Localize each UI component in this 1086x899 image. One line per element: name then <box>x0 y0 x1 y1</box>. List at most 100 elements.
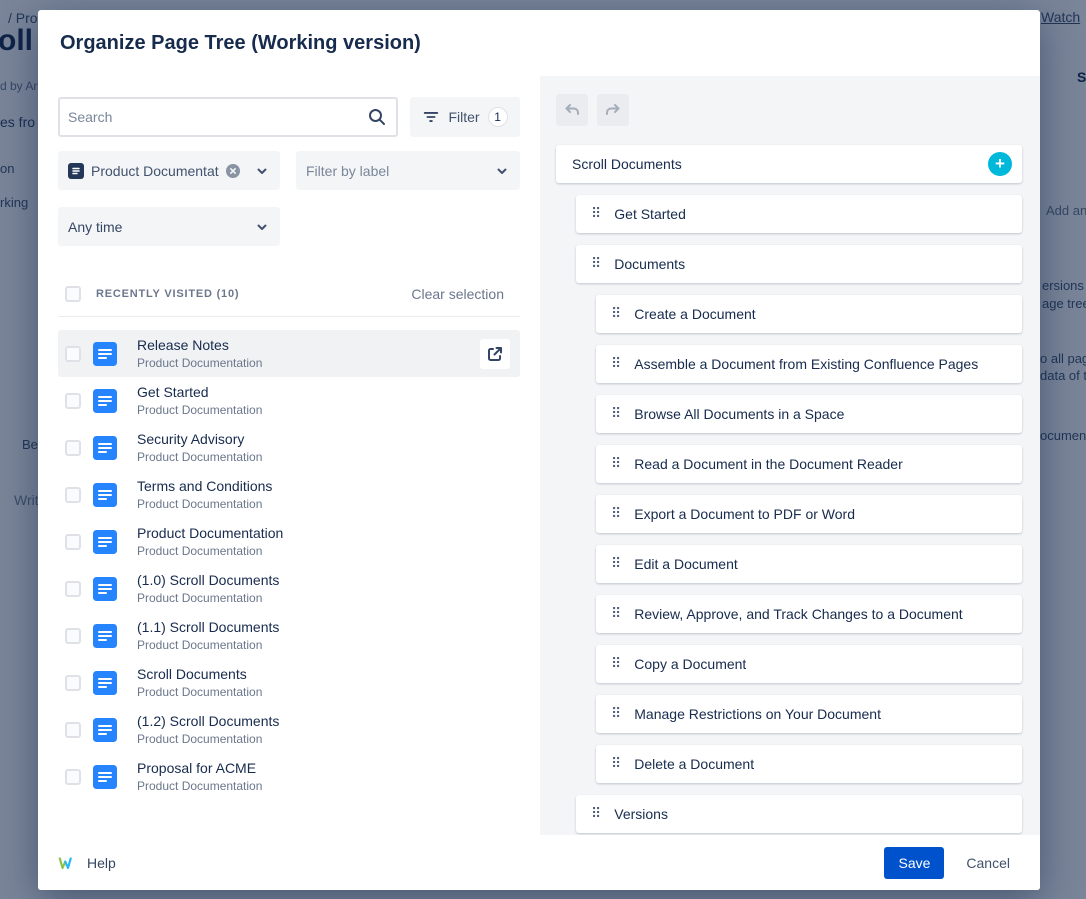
tree-node-row[interactable]: ⠿ Copy a Document <box>596 645 1022 683</box>
space-icon <box>68 163 84 179</box>
drag-handle-icon[interactable]: ⠿ <box>611 506 621 522</box>
list-item[interactable]: Terms and Conditions Product Documentati… <box>58 471 520 518</box>
item-text: (1.0) Scroll Documents Product Documenta… <box>137 571 279 606</box>
page-icon <box>93 765 117 789</box>
list-item[interactable]: Release Notes Product Documentation <box>58 330 520 377</box>
item-subtitle: Product Documentation <box>137 355 262 371</box>
drag-handle-icon[interactable]: ⠿ <box>611 606 621 622</box>
tree-node-title: Get Started <box>614 206 686 222</box>
item-text: Product Documentation Product Documentat… <box>137 524 283 559</box>
tree-node-row[interactable]: ⠿ Get Started <box>576 195 1022 233</box>
item-checkbox[interactable] <box>65 393 81 409</box>
drag-handle-icon[interactable]: ⠿ <box>611 356 621 372</box>
search-input[interactable] <box>60 99 396 135</box>
open-page-button[interactable] <box>480 339 510 369</box>
list-item[interactable]: (1.1) Scroll Documents Product Documenta… <box>58 612 520 659</box>
item-text: Scroll Documents Product Documentation <box>137 665 262 700</box>
tree-node-row[interactable]: ⠿ Assemble a Document from Existing Conf… <box>596 345 1022 383</box>
item-checkbox[interactable] <box>65 722 81 738</box>
item-title: Proposal for ACME <box>137 759 262 778</box>
item-text: Terms and Conditions Product Documentati… <box>137 477 272 512</box>
item-text: Get Started Product Documentation <box>137 383 262 418</box>
tree-node-title: Edit a Document <box>634 556 738 572</box>
list-item[interactable]: Security Advisory Product Documentation <box>58 424 520 471</box>
cancel-button[interactable]: Cancel <box>956 847 1020 879</box>
filter-button-label: Filter <box>448 109 479 125</box>
drag-handle-icon[interactable]: ⠿ <box>611 656 621 672</box>
drag-handle-icon[interactable]: ⠿ <box>591 256 601 272</box>
filter-button[interactable]: Filter 1 <box>410 97 520 137</box>
tree-node-row[interactable]: ⠿ Delete a Document <box>596 745 1022 783</box>
item-checkbox[interactable] <box>65 628 81 644</box>
tree-node-title: Read a Document in the Document Reader <box>634 456 902 472</box>
tree-node-title: Browse All Documents in a Space <box>634 406 844 422</box>
undo-icon <box>562 100 582 120</box>
item-checkbox[interactable] <box>65 769 81 785</box>
label-filter-select[interactable]: Filter by label <box>296 151 520 190</box>
redo-icon <box>603 100 623 120</box>
space-filter-value: Product Documentat <box>91 163 219 179</box>
tree-root-row[interactable]: Scroll Documents + <box>556 145 1022 183</box>
item-checkbox[interactable] <box>65 440 81 456</box>
tree-node-row[interactable]: ⠿ Create a Document <box>596 295 1022 333</box>
item-checkbox[interactable] <box>65 534 81 550</box>
tree-node-row[interactable]: ⠿ Edit a Document <box>596 545 1022 583</box>
label-filter-placeholder: Filter by label <box>306 163 389 179</box>
drag-handle-icon[interactable]: ⠿ <box>591 806 601 822</box>
filter-count-badge: 1 <box>488 107 508 127</box>
drag-handle-icon[interactable]: ⠿ <box>611 306 621 322</box>
space-filter-chip: Product Documentat <box>68 163 240 179</box>
tree-root-title: Scroll Documents <box>572 156 682 172</box>
drag-handle-icon[interactable]: ⠿ <box>611 706 621 722</box>
page-icon <box>93 718 117 742</box>
item-checkbox[interactable] <box>65 487 81 503</box>
tree-node-row[interactable]: ⠿ Export a Document to PDF or Word <box>596 495 1022 533</box>
item-checkbox[interactable] <box>65 346 81 362</box>
save-button[interactable]: Save <box>884 847 944 879</box>
list-item[interactable]: Scroll Documents Product Documentation <box>58 659 520 706</box>
item-subtitle: Product Documentation <box>137 449 262 465</box>
item-title: Scroll Documents <box>137 665 262 684</box>
list-item[interactable]: Proposal for ACME Product Documentation <box>58 753 520 800</box>
tree-node-row[interactable]: ⠿ Documents <box>576 245 1022 283</box>
time-filter-select[interactable]: Any time <box>58 207 280 246</box>
list-item[interactable]: Product Documentation Product Documentat… <box>58 518 520 565</box>
redo-button[interactable] <box>597 94 629 126</box>
item-checkbox[interactable] <box>65 675 81 691</box>
space-filter-select[interactable]: Product Documentat <box>58 151 280 190</box>
drag-handle-icon[interactable]: ⠿ <box>591 206 601 222</box>
drag-handle-icon[interactable]: ⠿ <box>611 556 621 572</box>
remove-space-filter-icon[interactable] <box>226 164 240 178</box>
list-section-title: RECENTLY VISITED (10) <box>96 288 239 300</box>
page-icon <box>93 436 117 460</box>
drag-handle-icon[interactable]: ⠿ <box>611 406 621 422</box>
list-item[interactable]: Get Started Product Documentation <box>58 377 520 424</box>
tree-node-row[interactable]: ⠿ Browse All Documents in a Space <box>596 395 1022 433</box>
tree-node-row[interactable]: ⠿ Read a Document in the Document Reader <box>596 445 1022 483</box>
item-text: (1.2) Scroll Documents Product Documenta… <box>137 712 279 747</box>
item-text: Security Advisory Product Documentation <box>137 430 262 465</box>
item-title: (1.0) Scroll Documents <box>137 571 279 590</box>
tree-node-row[interactable]: ⠿ Manage Restrictions on Your Document <box>596 695 1022 733</box>
search-row: Filter 1 <box>58 97 520 137</box>
item-title: Product Documentation <box>137 524 283 543</box>
item-text: (1.1) Scroll Documents Product Documenta… <box>137 618 279 653</box>
search-icon <box>367 107 387 127</box>
help-link[interactable]: Help <box>58 855 116 871</box>
undo-button[interactable] <box>556 94 588 126</box>
item-title: Release Notes <box>137 336 262 355</box>
drag-handle-icon[interactable]: ⠿ <box>611 456 621 472</box>
list-item[interactable]: (1.0) Scroll Documents Product Documenta… <box>58 565 520 612</box>
drag-handle-icon[interactable]: ⠿ <box>611 756 621 772</box>
list-item[interactable]: (1.2) Scroll Documents Product Documenta… <box>58 706 520 753</box>
tree-node-row[interactable]: ⠿ Review, Approve, and Track Changes to … <box>596 595 1022 633</box>
tree-node-title: Versions <box>614 806 668 822</box>
add-page-button[interactable]: + <box>988 152 1012 176</box>
page-picker-panel: Filter 1 Product Documentat <box>38 76 540 835</box>
clear-selection-link[interactable]: Clear selection <box>411 286 520 302</box>
item-checkbox[interactable] <box>65 581 81 597</box>
search-field-wrapper <box>58 97 398 137</box>
select-all-checkbox[interactable] <box>65 286 81 302</box>
page-tree-panel: Scroll Documents + ⠿ Get Started ⠿ Docum… <box>540 76 1040 835</box>
tree-node-row[interactable]: ⠿ Versions <box>576 795 1022 833</box>
